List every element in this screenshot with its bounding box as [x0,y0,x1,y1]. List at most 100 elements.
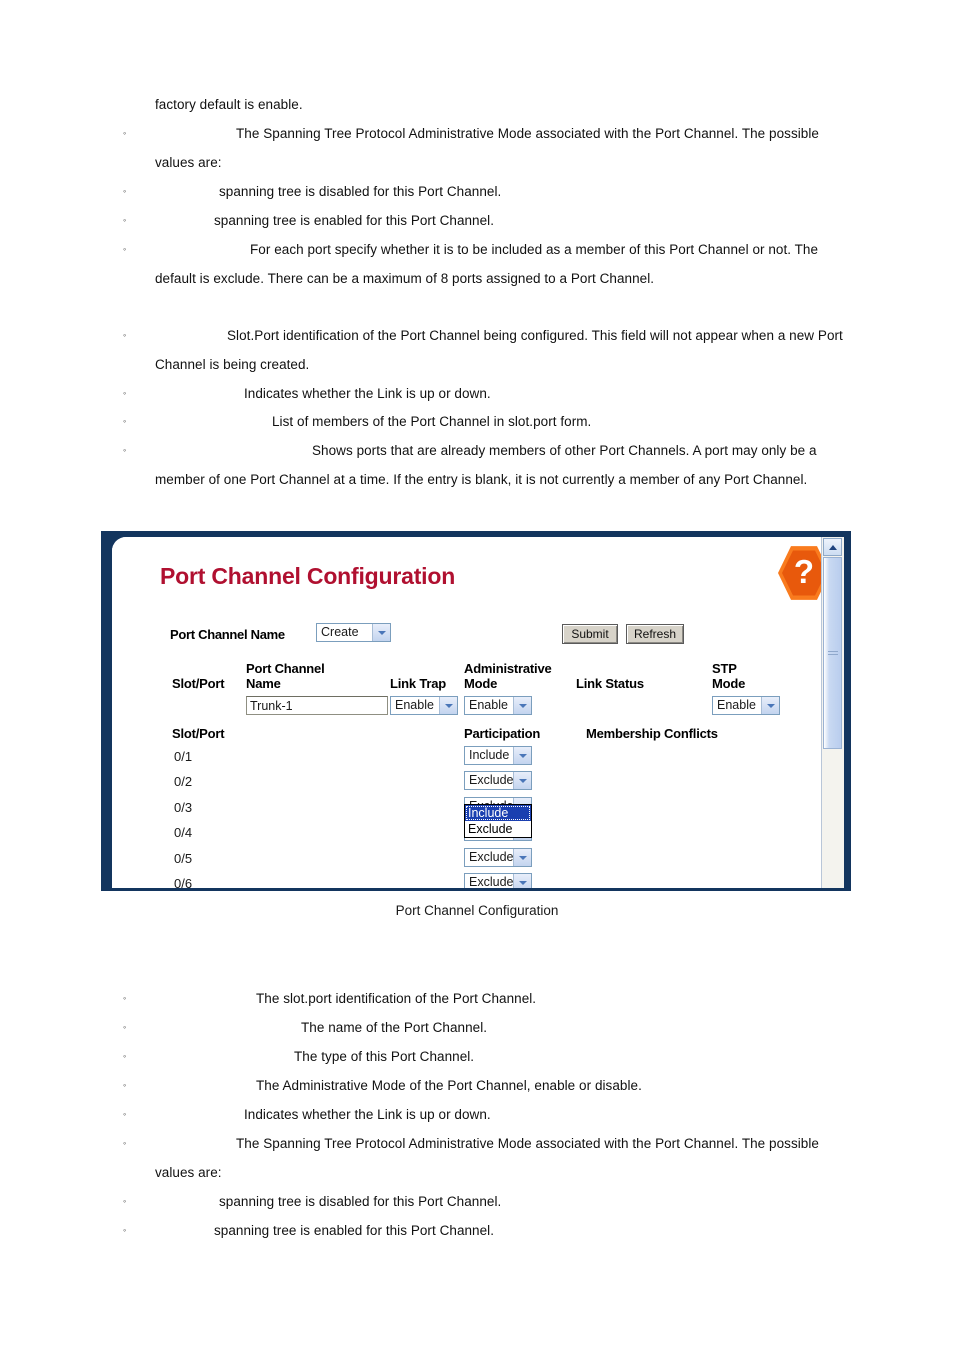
stp-mode-value: Enable [717,698,756,712]
bullet-marker: ◦ [123,1138,127,1148]
bullet-marker: ◦ [123,1080,127,1090]
document-line: spanning tree is enabled for this Port C… [214,1223,495,1238]
bullet-marker: ◦ [123,445,127,455]
administrative-mode-select[interactable]: Enable [464,696,532,715]
header-members-slot-port: Slot/Port [172,726,225,741]
help-question-glyph: ? [793,553,815,590]
document-line: The type of this Port Channel. [294,1049,475,1064]
refresh-button[interactable]: Refresh [626,624,684,644]
document-line: default is exclude. There can be a maxim… [155,271,655,286]
document-line: Indicates whether the Link is up or down… [244,386,491,401]
participation-select-wrap: Exclude [464,873,532,888]
link-trap-select-wrap: Enable [390,696,458,715]
bullet-marker: ◦ [123,1225,127,1235]
document-line: The slot.port identification of the Port… [256,991,537,1006]
chevron-down-icon [439,697,457,714]
stp-mode-select-wrap: Enable [712,696,780,715]
participation-dropdown-open[interactable]: Include Exclude [464,804,532,838]
participation-select[interactable]: Exclude [464,847,532,867]
document-line: The Administrative Mode of the Port Chan… [256,1078,642,1093]
document-line: List of members of the Port Channel in s… [272,414,592,429]
port-channel-name-select-wrap: Create [316,623,391,642]
member-slot-port-label: 0/5 [174,850,193,866]
participation-value: Include [469,748,510,762]
port-channel-name-input[interactable] [246,696,388,715]
chevron-down-icon [513,874,531,888]
member-slot-port-label: 0/6 [174,876,193,888]
chevron-down-icon [761,697,779,714]
administrative-mode-value: Enable [469,698,508,712]
document-line: Indicates whether the Link is up or down… [244,1107,491,1122]
header-administrative-mode: Administrative Mode [464,661,552,691]
participation-select[interactable]: Exclude [464,873,532,888]
bullet-marker: ◦ [123,1109,127,1119]
help-icon[interactable]: ? [776,543,822,603]
participation-value: Exclude [469,849,514,864]
port-channel-name-label: Port Channel Name [170,627,285,642]
link-trap-select[interactable]: Enable [390,696,458,715]
document-line: values are: [155,155,222,170]
chevron-down-icon [513,772,531,790]
chevron-down-icon [513,747,531,764]
participation-option[interactable]: Exclude [465,821,531,837]
document-line: spanning tree is enabled for this Port C… [214,213,495,228]
member-slot-port-label: 0/2 [174,774,193,790]
submit-button[interactable]: Submit [562,624,618,644]
page-title: Port Channel Configuration [160,563,456,589]
scrollbar-grip [828,651,838,657]
header-membership-conflicts: Membership Conflicts [586,726,718,741]
figure-caption: Port Channel Configuration [395,903,559,918]
document-line: The name of the Port Channel. [301,1020,488,1035]
member-slot-port-label: 0/3 [174,799,193,815]
bullet-marker: ◦ [123,215,127,225]
participation-select[interactable]: Include [464,746,532,765]
bullet-marker: ◦ [123,128,127,138]
header-link-trap: Link Trap [390,676,446,691]
bullet-marker: ◦ [123,1022,127,1032]
port-channel-name-select[interactable]: Create [316,623,391,642]
document-line: The Spanning Tree Protocol Administrativ… [236,126,819,141]
app-window-inner: Port Channel Configuration ? Port Channe… [112,537,844,888]
bullet-marker: ◦ [123,186,127,196]
header-slot-port: Slot/Port [172,676,225,691]
participation-select[interactable]: Exclude [464,771,532,791]
participation-select-wrap: Include [464,746,532,765]
bullet-marker: ◦ [123,993,127,1003]
document-line: spanning tree is disabled for this Port … [219,1194,502,1209]
participation-select-wrap: Exclude [464,847,532,867]
participation-value: Exclude [469,773,514,788]
header-participation: Participation [464,726,541,741]
bullet-marker: ◦ [123,244,127,254]
document-line: values are: [155,1165,222,1180]
bullet-marker: ◦ [123,416,127,426]
bullet-marker: ◦ [123,330,127,340]
vertical-scrollbar[interactable] [821,537,844,888]
document-line: Slot.Port identification of the Port Cha… [227,328,843,343]
document-line: Shows ports that are already members of … [312,443,817,458]
participation-select-wrap: Exclude [464,771,532,791]
document-line: Channel is being created. [155,357,310,372]
chevron-down-icon [372,624,390,641]
header-port-channel-name: Port Channel Name [246,661,325,691]
bullet-marker: ◦ [123,1051,127,1061]
link-trap-value: Enable [395,698,434,712]
chevron-down-icon [513,697,531,714]
member-slot-port-label: 0/1 [174,749,193,764]
chevron-down-icon [513,848,531,866]
document-line: member of one Port Channel at a time. If… [155,472,808,487]
participation-value: Exclude [469,875,514,888]
document-line: spanning tree is disabled for this Port … [219,184,502,199]
stp-mode-select[interactable]: Enable [712,696,780,715]
administrative-mode-select-wrap: Enable [464,696,532,715]
header-link-status: Link Status [576,676,644,691]
port-channel-name-select-value: Create [321,625,359,639]
embedded-screenshot-frame: Port Channel Configuration ? Port Channe… [101,531,851,891]
scroll-up-button[interactable] [823,538,842,556]
bullet-marker: ◦ [123,388,127,398]
scrollbar-thumb[interactable] [823,557,842,749]
app-page-body: Port Channel Configuration ? Port Channe… [112,537,822,888]
document-line: For each port specify whether it is to b… [250,242,819,257]
header-stp-mode: STP Mode [712,661,746,691]
participation-option[interactable]: Include [465,805,531,821]
document-line: The Spanning Tree Protocol Administrativ… [236,1136,819,1151]
